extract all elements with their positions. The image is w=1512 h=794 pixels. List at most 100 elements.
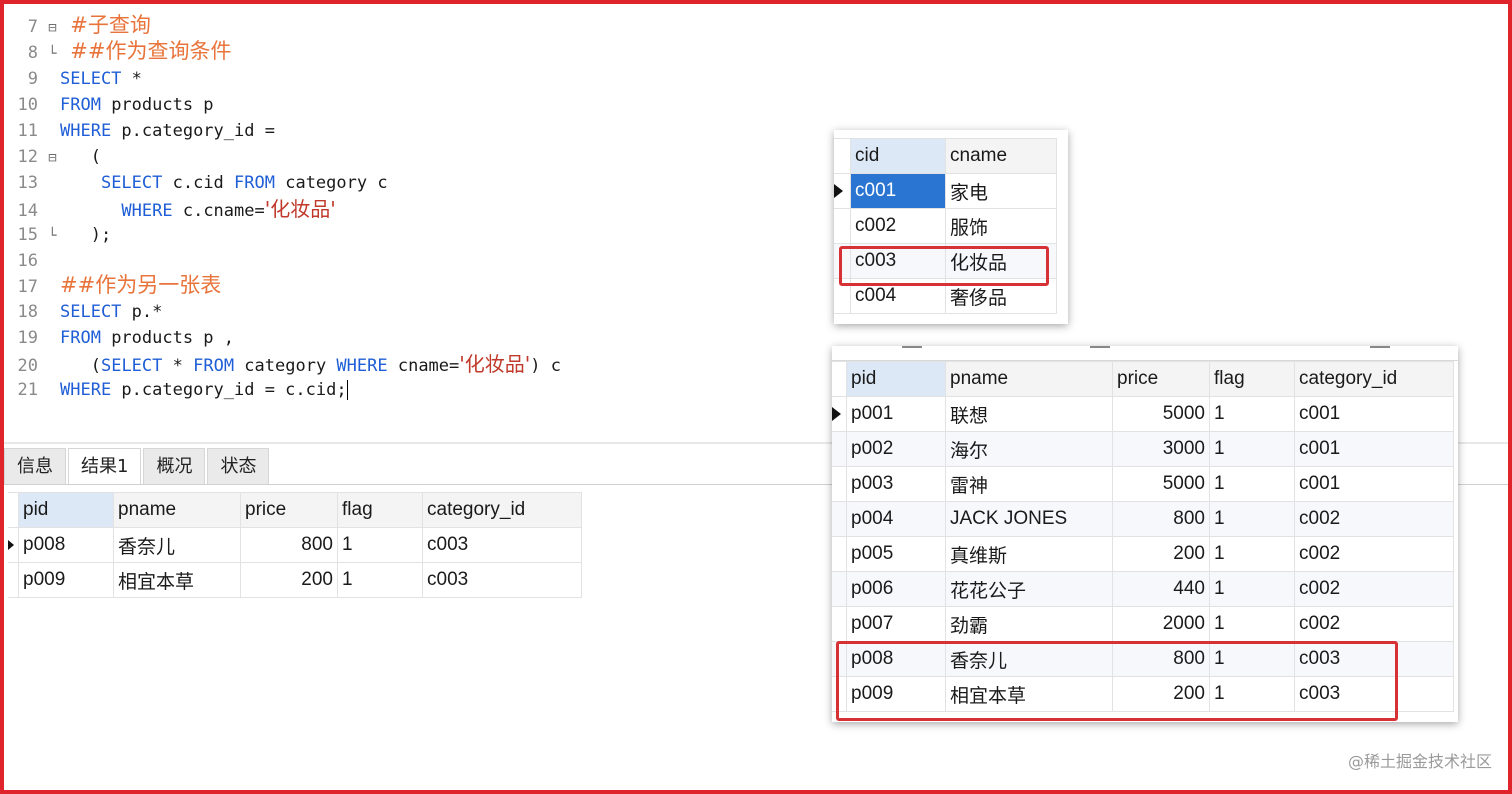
table-cell[interactable]: 2000: [1112, 606, 1210, 642]
column-header[interactable]: price: [240, 492, 338, 528]
table-cell[interactable]: 3000: [1112, 431, 1210, 467]
result-tabs: 信息 结果1 概况 状态: [4, 448, 271, 484]
table-cell[interactable]: p003: [846, 466, 946, 502]
table-cell[interactable]: 花花公子: [945, 571, 1113, 607]
tab-result1[interactable]: 结果1: [68, 448, 142, 484]
table-cell[interactable]: 1: [1209, 606, 1295, 642]
code-text: c.cid: [162, 173, 235, 193]
table-cell[interactable]: c001: [1294, 466, 1454, 502]
code-comment: #子查询: [70, 13, 151, 37]
tab-overview[interactable]: 概况: [143, 448, 206, 484]
column-header[interactable]: flag: [1209, 361, 1295, 397]
table-cell[interactable]: 香奈儿: [113, 527, 241, 563]
result-grid[interactable]: pid pname price flag category_id p008 香奈…: [8, 492, 582, 598]
table-cell[interactable]: 200: [1112, 536, 1210, 572]
table-row[interactable]: p009 相宜本草 200 1 c003: [8, 562, 582, 598]
column-header[interactable]: pid: [18, 492, 114, 528]
table-cell[interactable]: JACK JONES: [945, 501, 1113, 537]
table-cell[interactable]: c002: [1294, 571, 1454, 607]
code-line: 9 SELECT *: [4, 66, 142, 92]
table-cell[interactable]: 1: [1209, 571, 1295, 607]
table-cell[interactable]: p006: [846, 571, 946, 607]
table-row[interactable]: p002 海尔 3000 1 c001: [832, 431, 1454, 467]
table-cell[interactable]: 真维斯: [945, 536, 1113, 572]
column-header[interactable]: pname: [945, 361, 1113, 397]
string-literal: '化妆品': [459, 352, 531, 376]
table-cell[interactable]: p008: [18, 527, 114, 563]
column-header[interactable]: cname: [945, 138, 1057, 174]
table-row[interactable]: p006 花花公子 440 1 c002: [832, 571, 1454, 607]
table-cell[interactable]: c003: [422, 527, 582, 563]
table-cell[interactable]: 联想: [945, 396, 1113, 432]
table-cell[interactable]: 1: [337, 527, 423, 563]
text-caret: [346, 380, 348, 400]
table-cell[interactable]: c001: [850, 173, 946, 209]
table-cell[interactable]: 服饰: [945, 208, 1057, 244]
watermark: @稀土掘金技术社区: [1347, 752, 1492, 771]
table-cell[interactable]: 相宜本草: [113, 562, 241, 598]
table-cell[interactable]: 1: [1209, 536, 1295, 572]
column-header[interactable]: price: [1112, 361, 1210, 397]
column-header[interactable]: category_id: [422, 492, 582, 528]
fold-collapse-icon[interactable]: ⊟: [48, 145, 70, 171]
table-cell[interactable]: 1: [1209, 501, 1295, 537]
table-cell[interactable]: 劲霸: [945, 606, 1113, 642]
table-cell[interactable]: p002: [846, 431, 946, 467]
table-cell[interactable]: p004: [846, 501, 946, 537]
table-cell[interactable]: 雷神: [945, 466, 1113, 502]
table-row[interactable]: p005 真维斯 200 1 c002: [832, 536, 1454, 572]
string-literal: '化妆品': [264, 197, 336, 221]
table-cell[interactable]: 5000: [1112, 466, 1210, 502]
table-cell[interactable]: p009: [18, 562, 114, 598]
column-header[interactable]: cid: [850, 138, 946, 174]
sql-keyword: FROM: [60, 328, 101, 348]
grid-header-row: pid pname price flag category_id: [832, 361, 1454, 397]
code-text: );: [90, 225, 112, 245]
code-line: 14 WHERE c.cname='化妆品': [4, 196, 336, 222]
code-text: p.*: [121, 302, 163, 322]
table-cell[interactable]: 1: [1209, 396, 1295, 432]
column-header[interactable]: flag: [337, 492, 423, 528]
table-cell[interactable]: 440: [1112, 571, 1210, 607]
table-cell[interactable]: p001: [846, 396, 946, 432]
sql-keyword: WHERE: [121, 201, 173, 221]
sql-keyword: WHERE: [60, 380, 112, 400]
code-text: *: [121, 69, 142, 89]
table-cell[interactable]: c003: [422, 562, 582, 598]
table-row[interactable]: p004 JACK JONES 800 1 c002: [832, 501, 1454, 537]
table-row[interactable]: p003 雷神 5000 1 c001: [832, 466, 1454, 502]
table-row[interactable]: c001 家电: [834, 173, 1057, 209]
table-row[interactable]: p001 联想 5000 1 c001: [832, 396, 1454, 432]
table-cell[interactable]: 海尔: [945, 431, 1113, 467]
table-cell[interactable]: 800: [1112, 501, 1210, 537]
sql-keyword: SELECT: [60, 69, 122, 89]
table-cell[interactable]: 家电: [945, 173, 1057, 209]
table-cell[interactable]: 800: [240, 527, 338, 563]
column-header[interactable]: pname: [113, 492, 241, 528]
tab-info[interactable]: 信息: [4, 448, 66, 484]
table-cell[interactable]: 1: [337, 562, 423, 598]
sql-keyword: WHERE: [60, 121, 112, 141]
column-header[interactable]: pid: [846, 361, 946, 397]
code-line: 18 SELECT p.*: [4, 299, 163, 325]
table-cell[interactable]: c002: [850, 208, 946, 244]
table-cell[interactable]: p007: [846, 606, 946, 642]
table-cell[interactable]: c002: [1294, 536, 1454, 572]
table-cell[interactable]: 200: [240, 562, 338, 598]
table-cell[interactable]: c001: [1294, 431, 1454, 467]
table-cell[interactable]: 5000: [1112, 396, 1210, 432]
table-cell[interactable]: c002: [1294, 501, 1454, 537]
table-cell[interactable]: c002: [1294, 606, 1454, 642]
table-cell[interactable]: c001: [1294, 396, 1454, 432]
table-cell[interactable]: 1: [1209, 431, 1295, 467]
tab-status[interactable]: 状态: [207, 448, 270, 484]
table-row[interactable]: p008 香奈儿 800 1 c003: [8, 527, 582, 563]
table-row[interactable]: p007 劲霸 2000 1 c002: [832, 606, 1454, 642]
table-cell[interactable]: 1: [1209, 466, 1295, 502]
column-header[interactable]: category_id: [1294, 361, 1454, 397]
table-row[interactable]: c002 服饰: [834, 208, 1057, 244]
code-comment: ##作为另一张表: [60, 273, 222, 297]
line-number: 13: [17, 173, 38, 193]
code-comment: ##作为查询条件: [70, 39, 232, 63]
table-cell[interactable]: p005: [846, 536, 946, 572]
